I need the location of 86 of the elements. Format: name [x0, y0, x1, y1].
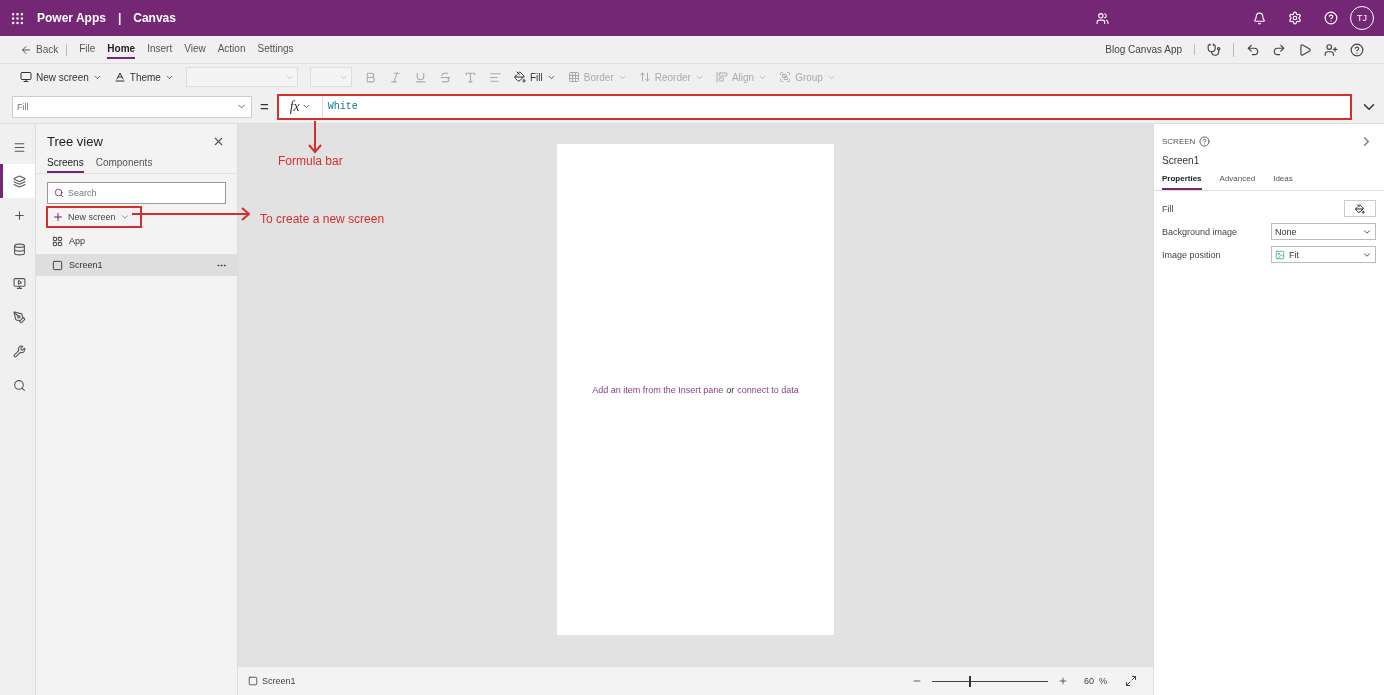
properties-tab[interactable]: Advanced — [1219, 174, 1256, 190]
app-name: Blog Canvas App — [1105, 44, 1195, 55]
equals-sign: = — [260, 98, 269, 115]
fill-icon — [513, 71, 526, 83]
screen-icon — [248, 676, 258, 686]
caret-icon — [301, 102, 311, 111]
search-icon — [12, 378, 26, 392]
undo-icon[interactable] — [1246, 42, 1260, 57]
tree-icon — [12, 174, 26, 188]
tree-item[interactable]: App — [36, 230, 237, 252]
zoom-slider-thumb[interactable] — [969, 675, 972, 687]
menu-tab[interactable]: Action — [217, 40, 246, 59]
fit-screen-icon[interactable] — [1125, 675, 1137, 687]
section-title: Canvas — [133, 11, 176, 25]
notifications-icon[interactable] — [1253, 11, 1266, 25]
app-icon — [52, 235, 63, 247]
media-icon — [12, 276, 26, 290]
back-arrow-icon — [20, 43, 32, 56]
menu-tab[interactable]: View — [184, 40, 206, 59]
tree-item[interactable]: Screen1 — [36, 254, 237, 276]
control-name: Screen1 — [1161, 154, 1201, 168]
annotation-label: To create a new screen — [260, 212, 385, 226]
data-icon — [12, 242, 26, 256]
settings-icon[interactable] — [1288, 11, 1302, 25]
menu-tab[interactable]: File — [79, 40, 96, 59]
tools-icon — [12, 344, 26, 358]
property-label: Background image — [1162, 226, 1238, 237]
properties-tab[interactable]: Ideas — [1273, 174, 1293, 190]
hint-text: or — [726, 384, 735, 395]
help-icon[interactable] — [1199, 136, 1211, 147]
property-dropdown[interactable]: None — [1271, 223, 1376, 240]
control-type: SCREEN — [1162, 137, 1196, 146]
app-launcher-icon[interactable] — [10, 10, 25, 26]
title-separator: | — [117, 11, 122, 25]
paint-bucket-icon — [1355, 203, 1365, 214]
close-icon — [212, 135, 225, 148]
play-icon[interactable] — [1298, 42, 1312, 57]
property-dropdown[interactable]: Fill — [12, 95, 252, 118]
help-icon[interactable] — [1350, 42, 1364, 57]
align-icon — [715, 71, 728, 83]
connect-data-link[interactable]: connect to data — [737, 384, 799, 395]
property-label: Fill — [1162, 203, 1174, 214]
annotation-label: Formula bar — [278, 154, 343, 168]
zoom-value: 60 % — [1083, 676, 1107, 686]
color-picker-button[interactable] — [1344, 200, 1376, 217]
menu-icon — [12, 140, 26, 154]
formula-bar[interactable]: fx White — [276, 93, 1352, 120]
reorder-icon — [638, 71, 651, 83]
tree-tab[interactable]: Screens — [47, 157, 84, 173]
group-icon — [779, 71, 792, 83]
property-label: Image position — [1162, 249, 1221, 260]
font-color-icon[interactable] — [463, 70, 477, 84]
new-screen-icon — [20, 71, 32, 83]
insert-icon — [12, 208, 26, 222]
annotation-arrow — [308, 121, 322, 153]
tree-tab[interactable]: Components — [95, 157, 153, 173]
image-icon — [1275, 249, 1285, 260]
theme-button[interactable]: Theme — [113, 71, 174, 83]
panel-title: Tree view — [47, 134, 103, 149]
user-add-icon[interactable] — [1324, 42, 1338, 57]
menu-tab[interactable]: Insert — [147, 40, 173, 59]
theme-icon — [113, 71, 126, 83]
stethoscope-icon[interactable] — [1207, 42, 1234, 57]
menu-tab[interactable]: Home — [107, 40, 136, 59]
new-screen-button[interactable]: New screen — [20, 71, 102, 83]
screen-icon — [52, 259, 63, 271]
properties-tab[interactable]: Properties — [1162, 174, 1202, 190]
redo-icon[interactable] — [1272, 42, 1286, 57]
border-icon — [567, 71, 580, 83]
menu-tab[interactable]: Settings — [257, 40, 294, 59]
new-screen-button[interactable]: New screen — [46, 206, 142, 228]
formula-value: White — [326, 101, 358, 112]
fx-button[interactable]: fx — [278, 95, 323, 118]
plus-icon — [52, 211, 64, 223]
insert-pane-link[interactable]: Add an item from the Insert pane — [592, 384, 724, 395]
property-dropdown[interactable]: Fit — [1271, 246, 1376, 263]
back-button[interactable]: Back — [20, 43, 68, 56]
screen-indicator: Screen1 — [248, 676, 296, 686]
theme-icon — [12, 310, 26, 324]
search-field[interactable]: Search — [47, 182, 226, 204]
caret-icon — [119, 212, 130, 222]
zoom-in-icon[interactable] — [1057, 676, 1068, 686]
search-icon — [54, 188, 64, 198]
app-title: Power Apps — [37, 11, 106, 25]
fill-button[interactable]: Fill — [513, 71, 556, 83]
tree-rail-icon[interactable] — [0, 164, 35, 198]
